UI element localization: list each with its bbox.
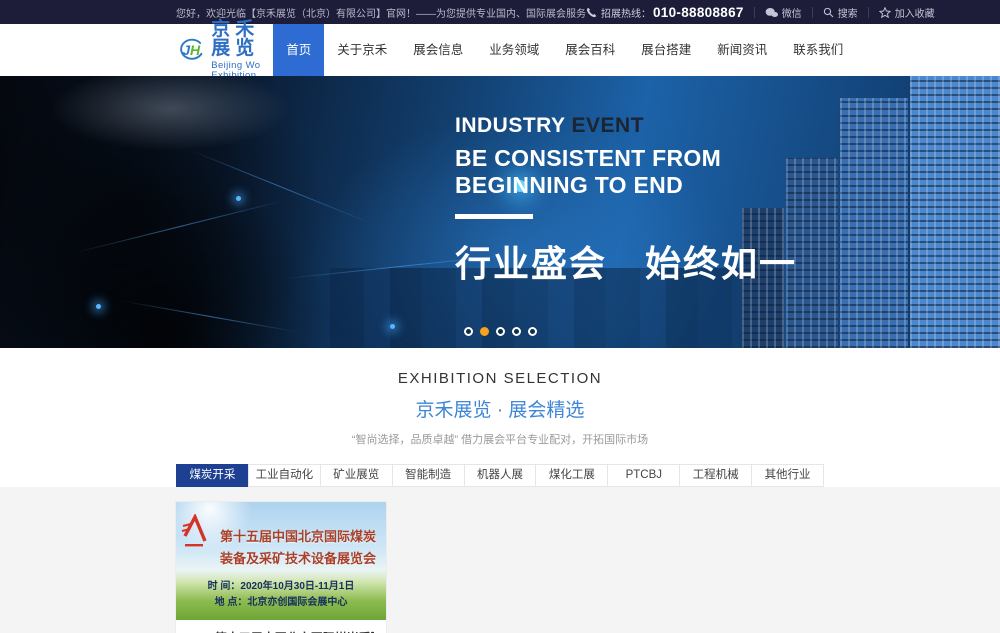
section-title-cn: 京禾展览 · 展会精选 xyxy=(0,395,1000,422)
site-header: J H 京禾展览 Beijing Wo Exhibition 首页 关于京禾 展… xyxy=(0,24,1000,76)
exhibition-poster: 第十五届中国北京国际煤炭 装备及采矿技术设备展览会 时 间：2020年10月30… xyxy=(176,502,386,620)
exhibition-card[interactable]: 第十五届中国北京国际煤炭 装备及采矿技术设备展览会 时 间：2020年10月30… xyxy=(176,502,386,633)
logo-cn-text: 京禾展览 xyxy=(211,20,273,58)
tab-engineering-machinery[interactable]: 工程机械 xyxy=(679,464,752,487)
hotline-label: 招展热线： xyxy=(601,5,651,20)
nav-item-business[interactable]: 业务领域 xyxy=(476,24,552,76)
main-nav: 首页 关于京禾 展会信息 业务领域 展会百科 展台搭建 新闻资讯 联系我们 xyxy=(273,24,856,76)
favorite-label: 加入收藏 xyxy=(895,5,935,20)
hero-underline xyxy=(455,214,533,219)
phone-icon xyxy=(586,7,597,18)
category-tabs: 煤炭开采 工业自动化 矿业展览 智能制造 机器人展 煤化工展 PTCBJ 工程机… xyxy=(176,464,824,487)
nav-item-news[interactable]: 新闻资讯 xyxy=(704,24,780,76)
logo[interactable]: J H 京禾展览 Beijing Wo Exhibition xyxy=(176,20,273,80)
top-bar: 您好，欢迎光临【京禾展览（北京）有限公司】官网！——为您提供专业国内、国际展会服… xyxy=(0,0,1000,24)
building xyxy=(840,98,908,348)
nav-item-exhibition-info[interactable]: 展会信息 xyxy=(400,24,476,76)
exhibition-list-section: 第十五届中国北京国际煤炭 装备及采矿技术设备展览会 时 间：2020年10月30… xyxy=(0,487,1000,633)
hero-en-line1-accent: EVENT xyxy=(572,114,645,137)
section-title-en: EXHIBITION SELECTION xyxy=(0,370,1000,387)
hero-banner: INDUSTRY EVENT BE CONSISTENT FROMBEGINNI… xyxy=(0,76,1000,348)
carousel-dot[interactable] xyxy=(496,327,505,336)
divider xyxy=(812,7,813,18)
carousel-dots xyxy=(0,327,1000,336)
wechat-icon xyxy=(765,7,778,18)
tab-industrial-automation[interactable]: 工业自动化 xyxy=(248,464,321,487)
wechat-label: 微信 xyxy=(782,5,802,20)
wechat-link[interactable]: 微信 xyxy=(765,5,802,20)
hero-en-line1: INDUSTRY EVENT xyxy=(455,114,797,138)
poster-meta: 时 间：2020年10月30日-11月1日 地 点：北京亦创国际会展中心 xyxy=(176,579,386,611)
search-label: 搜索 xyxy=(838,5,858,20)
search-link[interactable]: 搜索 xyxy=(823,5,858,20)
divider xyxy=(754,7,755,18)
building xyxy=(910,76,1000,348)
svg-text:J: J xyxy=(182,42,190,58)
glow-dot xyxy=(236,196,241,201)
tab-robot-expo[interactable]: 机器人展 xyxy=(464,464,537,487)
hotline: 招展热线： 010-88808867 xyxy=(586,5,744,20)
poster-time: 时 间：2020年10月30日-11月1日 xyxy=(176,579,386,595)
search-icon xyxy=(823,7,834,18)
welcome-text: 您好，欢迎光临【京禾展览（北京）有限公司】官网！——为您提供专业国内、国际展会服… xyxy=(176,5,586,20)
hero-en-line2: BE CONSISTENT FROMBEGINNING TO END xyxy=(455,145,797,199)
poster-venue: 地 点：北京亦创国际会展中心 xyxy=(176,595,386,611)
tab-coal-mining[interactable]: 煤炭开采 xyxy=(176,464,249,487)
nav-item-encyclopedia[interactable]: 展会百科 xyxy=(552,24,628,76)
card-body: 2020第十五届中国北京国际煤炭采矿技术设... 展出地点：北京亦创国际会展中心… xyxy=(176,620,386,633)
nav-item-home[interactable]: 首页 xyxy=(273,24,324,76)
hero-text-block: INDUSTRY EVENT BE CONSISTENT FROMBEGINNI… xyxy=(455,114,797,287)
tab-other-industries[interactable]: 其他行业 xyxy=(751,464,824,487)
glow-dot xyxy=(96,304,101,309)
poster-title: 第十五届中国北京国际煤炭 装备及采矿技术设备展览会 xyxy=(210,502,386,570)
carousel-dot-active[interactable] xyxy=(480,327,489,336)
expo-logo-icon xyxy=(181,514,209,550)
nav-item-about[interactable]: 关于京禾 xyxy=(324,24,400,76)
hero-cn-headline: 行业盛会 始终如一 xyxy=(455,235,797,287)
tab-ptcbj[interactable]: PTCBJ xyxy=(607,464,680,487)
tab-coal-chemical[interactable]: 煤化工展 xyxy=(535,464,608,487)
card-title[interactable]: 2020第十五届中国北京国际煤炭采矿技术设... xyxy=(188,629,374,633)
carousel-dot[interactable] xyxy=(528,327,537,336)
tab-mining-expo[interactable]: 矿业展览 xyxy=(320,464,393,487)
favorite-link[interactable]: 加入收藏 xyxy=(879,5,935,20)
hotline-number: 010-88808867 xyxy=(653,5,744,20)
svg-text:H: H xyxy=(190,42,201,58)
carousel-dot[interactable] xyxy=(512,327,521,336)
carousel-dot[interactable] xyxy=(464,327,473,336)
nav-item-booth[interactable]: 展台搭建 xyxy=(628,24,704,76)
nav-item-contact[interactable]: 联系我们 xyxy=(780,24,856,76)
divider xyxy=(868,7,869,18)
tab-smart-manufacturing[interactable]: 智能制造 xyxy=(392,464,465,487)
businessman-image xyxy=(0,76,380,348)
star-icon xyxy=(879,7,891,18)
section-subtitle: “智尚选择，品质卓越” 借力展会平台专业配对，开拓国际市场 xyxy=(0,431,1000,447)
logo-jh-icon: J H xyxy=(176,30,205,70)
exhibition-selection-section: EXHIBITION SELECTION 京禾展览 · 展会精选 “智尚选择，品… xyxy=(0,348,1000,487)
